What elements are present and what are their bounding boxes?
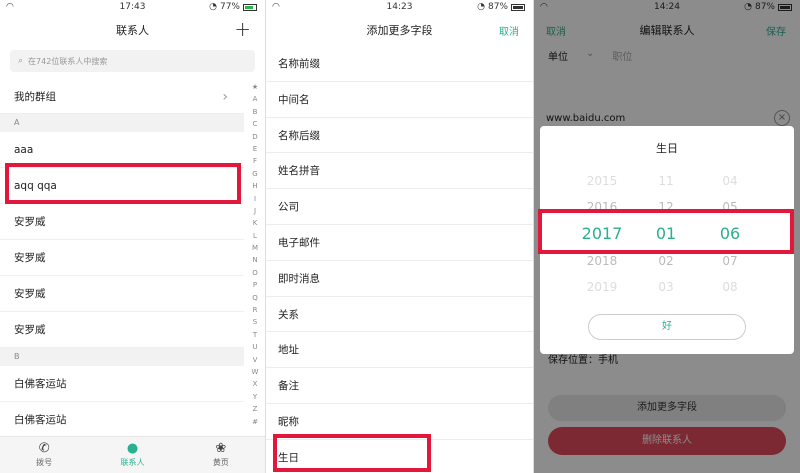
alarm-icon: ◔: [477, 2, 485, 12]
alphabet-index-letter[interactable]: L: [253, 231, 257, 241]
status-bar: ◠ 17:43 ◔ 77%: [0, 0, 265, 16]
add-contact-button[interactable]: +: [234, 17, 251, 41]
date-wheel: 2015 2016 2017 2018 2019 11 12 01 02 03 04 05 06 07…: [540, 168, 794, 294]
day-option[interactable]: 04: [690, 168, 770, 194]
field-option[interactable]: 电子邮件: [266, 225, 533, 261]
day-option[interactable]: 07: [690, 248, 770, 274]
tab-label: 黄页: [212, 458, 229, 467]
my-groups-row[interactable]: 我的群组 ›: [0, 80, 244, 114]
contact-row[interactable]: 安罗威: [0, 312, 244, 348]
page-title: 添加更多字段: [366, 24, 433, 37]
nav-bar: 联系人 +: [0, 16, 265, 44]
contact-list: Aaaa aqq qqa 安罗威 安罗威 安罗威 安罗威 B 白佛客运站 白佛客运站: [0, 114, 265, 438]
nav-bar: 添加更多字段 取消: [266, 16, 533, 44]
phone-icon: ✆: [38, 441, 50, 456]
chevron-right-icon: ›: [222, 88, 228, 105]
field-option[interactable]: 姓名拼音: [266, 153, 533, 190]
field-option[interactable]: 即时消息: [266, 261, 533, 297]
alphabet-index-letter[interactable]: R: [253, 305, 258, 315]
my-groups-label: 我的群组: [14, 91, 56, 103]
field-option[interactable]: 名称后缀: [266, 118, 533, 154]
tab-dial[interactable]: ✆ 拨号: [0, 437, 88, 473]
page-title: 联系人: [116, 24, 149, 37]
alphabet-index-letter[interactable]: F: [253, 156, 257, 166]
search-input[interactable]: ⌕ 在742位联系人中搜索: [10, 50, 255, 72]
day-wheel[interactable]: 04 05 06 07 08: [690, 168, 770, 300]
field-option[interactable]: 名称前缀: [266, 46, 533, 82]
field-option[interactable]: 中间名: [266, 82, 533, 118]
edit-contact-screen: ◠ 14:24 ◔ 87% 取消 编辑联系人 保存 单位 ⌄ 职位 www.ba…: [534, 0, 800, 473]
alphabet-index-letter[interactable]: G: [252, 169, 257, 179]
battery-icon: [511, 3, 525, 11]
field-option[interactable]: 地址: [266, 332, 533, 369]
alphabet-index-letter[interactable]: E: [253, 144, 257, 154]
contact-row[interactable]: aqq qqa: [0, 168, 244, 204]
contact-row[interactable]: 白佛客运站: [0, 366, 244, 402]
picker-title: 生日: [656, 142, 678, 155]
tab-label: 联系人: [120, 458, 145, 467]
alphabet-index-letter[interactable]: N: [252, 255, 257, 265]
alphabet-index-letter[interactable]: J: [254, 206, 256, 216]
alphabet-index-letter[interactable]: M: [252, 243, 258, 253]
section-header: B: [0, 348, 244, 366]
field-option[interactable]: 昵称: [266, 404, 533, 440]
alphabet-index-letter[interactable]: H: [252, 181, 257, 191]
bottom-tab-bar: ✆ 拨号 ● 联系人 ❀ 黄页: [0, 436, 265, 473]
field-option[interactable]: 关系: [266, 297, 533, 333]
alphabet-index-letter[interactable]: P: [253, 280, 257, 290]
add-fields-screen: ◠ 14:23 ◔ 87% 添加更多字段 取消 名称前缀 中间名 名称后缀 姓名拼音公…: [266, 0, 534, 473]
alphabet-index-letter[interactable]: I: [254, 194, 256, 204]
alphabet-index-letter[interactable]: ★: [252, 82, 258, 92]
contact-row[interactable]: aaa: [0, 132, 244, 168]
alphabet-index-letter[interactable]: A: [253, 94, 258, 104]
alphabet-index-letter[interactable]: D: [252, 132, 257, 142]
alphabet-index-letter[interactable]: Q: [252, 293, 258, 303]
field-list: 名称前缀 中间名 名称后缀 姓名拼音 公司 电子邮件 即时消息 关系 地址 备注 昵称 生日: [266, 46, 533, 473]
battery-percent: 87%: [487, 2, 508, 12]
alphabet-index-letter[interactable]: O: [252, 268, 258, 278]
contact-row[interactable]: 安罗威: [0, 204, 244, 240]
battery-percent: 77%: [219, 2, 240, 12]
contact-row[interactable]: 白佛客运站: [0, 402, 244, 438]
field-option[interactable]: 生日: [266, 440, 533, 473]
alphabet-index-letter[interactable]: V: [253, 355, 258, 365]
battery-icon: [243, 3, 257, 11]
section-header: A: [0, 114, 244, 132]
clover-icon: ❀: [215, 441, 227, 456]
day-option-selected[interactable]: 06: [690, 220, 770, 248]
tab-yellow-pages[interactable]: ❀ 黄页: [177, 437, 265, 473]
ok-button[interactable]: 好: [588, 314, 746, 340]
alarm-icon: ◔: [209, 2, 217, 12]
cancel-button[interactable]: 取消: [499, 23, 519, 38]
field-option[interactable]: 公司: [266, 189, 533, 225]
search-placeholder: 在742位联系人中搜索: [28, 56, 108, 66]
contact-row[interactable]: 安罗威: [0, 276, 244, 312]
day-option[interactable]: 08: [690, 274, 770, 300]
alphabet-index-letter[interactable]: S: [253, 317, 257, 327]
status-bar: ◠ 14:23 ◔ 87%: [266, 0, 533, 16]
alphabet-index[interactable]: ★ A B C D E F G H I J K L M N O P Q R S T U V W X Y Z #: [250, 82, 260, 427]
search-icon: ⌕: [18, 56, 24, 66]
person-icon: ●: [126, 441, 139, 456]
alphabet-index-letter[interactable]: X: [253, 379, 258, 389]
alphabet-index-letter[interactable]: T: [253, 330, 257, 340]
alphabet-index-letter[interactable]: U: [252, 342, 257, 352]
alphabet-index-letter[interactable]: Z: [253, 404, 258, 414]
day-option[interactable]: 05: [690, 194, 770, 220]
alphabet-index-letter[interactable]: W: [252, 367, 259, 377]
tab-contacts[interactable]: ● 联系人: [88, 437, 176, 473]
alphabet-index-letter[interactable]: Y: [253, 392, 257, 402]
contacts-screen: ◠ 17:43 ◔ 77% 联系人 + ⌕ 在742位联系人中搜索 我的群组 ›…: [0, 0, 266, 473]
alphabet-index-letter[interactable]: #: [252, 417, 258, 427]
field-option[interactable]: 备注: [266, 368, 533, 404]
birthday-picker: 生日 2015 2016 2017 2018 2019 11 12 01 02 03 04 05 0…: [540, 126, 794, 354]
alphabet-index-letter[interactable]: B: [253, 107, 258, 117]
alphabet-index-letter[interactable]: C: [253, 119, 258, 129]
tab-label: 拨号: [36, 458, 53, 467]
contact-row[interactable]: 安罗威: [0, 240, 244, 276]
alphabet-index-letter[interactable]: K: [253, 218, 258, 228]
